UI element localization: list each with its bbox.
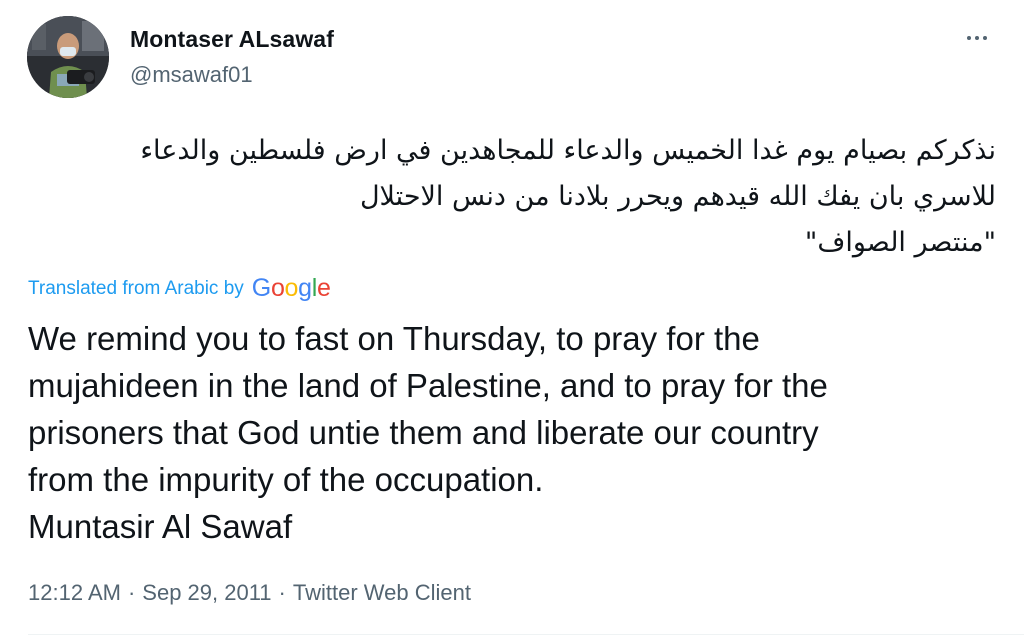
tweet-original-text: نذكركم بصيام يوم غدا الخميس والدعاء للمج…: [36, 128, 996, 266]
google-logo-letter: o: [270, 274, 285, 302]
tweet-metadata: 12:12 AM · Sep 29, 2011 · Twitter Web Cl…: [28, 580, 471, 606]
tweet-card: Montaser ALsawaf @msawaf01 نذكركم بصيام …: [0, 0, 1024, 642]
translation-line: mujahideen in the land of Palestine, and…: [28, 367, 828, 404]
tweet-original-line: "منتصر الصواف": [804, 227, 996, 258]
author-name[interactable]: Montaser ALsawaf: [130, 26, 334, 53]
meta-separator: ·: [278, 580, 286, 605]
translated-label: Translated from Arabic by: [28, 277, 244, 299]
author-handle[interactable]: @msawaf01: [130, 62, 253, 88]
google-logo: Google: [252, 274, 331, 303]
google-logo-letter: e: [317, 274, 331, 302]
tweet-original-line: نذكركم بصيام يوم غدا الخميس والدعاء للمج…: [140, 135, 996, 166]
translation-attribution[interactable]: Translated from Arabic by Google: [28, 274, 331, 303]
meta-separator: ·: [127, 580, 136, 605]
ellipsis-icon: [983, 36, 987, 40]
divider: [28, 634, 1024, 635]
translation-line: prisoners that God untie them and libera…: [28, 414, 819, 451]
avatar[interactable]: [27, 16, 109, 98]
tweet-client[interactable]: Twitter Web Client: [293, 580, 471, 606]
avatar-photo: [27, 16, 109, 98]
tweet-original-line: للاسري بان يفك الله قيدهم ويحرر بلادنا م…: [359, 181, 996, 212]
ellipsis-icon: [967, 36, 971, 40]
translation-line: from the impurity of the occupation.: [28, 461, 544, 498]
google-logo-letter: g: [298, 274, 312, 302]
more-options-button[interactable]: [955, 26, 999, 50]
google-logo-letter: o: [284, 274, 299, 302]
translation-line: We remind you to fast on Thursday, to pr…: [28, 320, 760, 357]
tweet-date[interactable]: Sep 29, 2011: [142, 580, 271, 606]
tweet-time[interactable]: 12:12 AM: [28, 580, 121, 606]
google-logo-letter: G: [251, 274, 271, 302]
translation-line: Muntasir Al Sawaf: [28, 508, 293, 545]
tweet-translation: We remind you to fast on Thursday, to pr…: [28, 315, 1008, 550]
ellipsis-icon: [975, 36, 979, 40]
